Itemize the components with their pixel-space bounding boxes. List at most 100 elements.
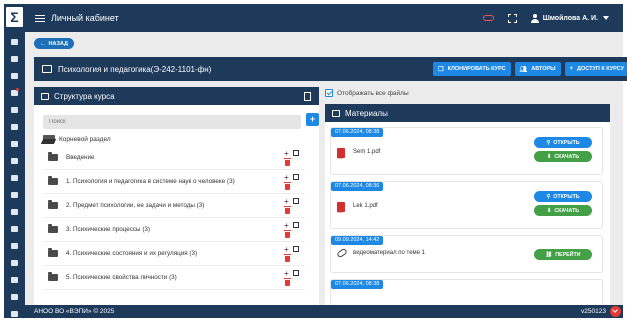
chevron-down-icon[interactable] (603, 16, 609, 20)
date-badge: 07.06.2024, 08:38 (331, 128, 384, 137)
course-icon (42, 65, 52, 73)
fullscreen-icon[interactable] (507, 13, 519, 23)
trash-icon[interactable] (284, 230, 291, 238)
open-button[interactable]: ⚲ ОТКРЫТЬ (534, 137, 592, 148)
pdf-icon (337, 148, 345, 160)
tree-node-label: 3. Психические процессы (3) (66, 226, 151, 233)
id-badge-icon[interactable] (4, 152, 25, 169)
materials-header: Материалы (325, 104, 610, 122)
table-icon[interactable] (4, 169, 25, 186)
material-card: 07.06.2024, 08:38 Sem 1.pdf ⚲ОТКРЫТЬ ⬇СК… (330, 127, 603, 175)
tree-node[interactable]: 3. Психические процессы (3) + (43, 218, 305, 242)
user-plus-icon: + (569, 66, 574, 72)
file-icon (332, 109, 340, 117)
folder-icon (48, 200, 58, 209)
trash-icon[interactable] (284, 182, 291, 190)
edit-icon[interactable] (293, 174, 299, 180)
material-card: 07.06.2024, 08:38 (330, 279, 603, 305)
copy-icon: ❐ (438, 66, 444, 73)
download-button[interactable]: ⬇ СКАЧАТЬ (534, 205, 592, 216)
link-icon (336, 247, 348, 259)
tree-node[interactable]: 4. Психические состояния и их регуляция … (43, 242, 305, 266)
users-icon[interactable] (4, 67, 25, 84)
plus-icon[interactable]: + (284, 174, 289, 182)
root-section-label: Корневой раздел (59, 135, 111, 143)
menu-icon[interactable] (35, 13, 45, 24)
materials-title: Материалы (345, 108, 388, 118)
material-card: 07.06.2024, 08:36 Lek 1.pdf ⚲ОТКРЫТЬ ⬇СК… (330, 181, 603, 229)
link-icon[interactable] (4, 84, 25, 101)
tree-node[interactable]: 5. Психические свойства личности (3) + (43, 266, 305, 290)
edit-icon[interactable] (293, 270, 299, 276)
material-name: видеоматериал по теме 1 (353, 250, 425, 256)
pdf-icon (337, 202, 345, 214)
tree-node[interactable]: Введение + (43, 146, 305, 170)
tree-node-label: 1. Психология и педагогика в системе нау… (66, 178, 235, 185)
download-button[interactable]: ⬇ СКАЧАТЬ (534, 151, 592, 162)
export-icon[interactable] (304, 91, 311, 101)
tree-node-label: Введение (66, 154, 95, 161)
edit-icon[interactable] (293, 222, 299, 228)
tree-node[interactable]: 1. Психология и педагогика в системе нау… (43, 170, 305, 194)
trash-icon[interactable] (284, 254, 291, 262)
plus-icon[interactable]: + (284, 150, 289, 158)
back-button-label: НАЗАД (48, 40, 68, 47)
download-icon: ⬇ (546, 153, 552, 160)
list-icon[interactable] (4, 288, 25, 305)
book-icon (41, 92, 49, 100)
trash-icon[interactable] (284, 158, 291, 166)
trash-icon[interactable] (284, 278, 291, 286)
footer: АНОО ВО «ВЭПИ» © 2025 v250123 (25, 305, 623, 318)
show-all-files-row[interactable]: Отображать все файлы (325, 87, 615, 99)
course-access-button[interactable]: + ДОСТУП К КУРСУ (564, 62, 627, 76)
plus-icon[interactable]: + (284, 270, 289, 278)
scroll-down-icon[interactable] (610, 306, 621, 317)
copyright: АНОО ВО «ВЭПИ» © 2025 (34, 308, 115, 315)
folder-open-icon (43, 135, 55, 143)
calendar-icon[interactable] (4, 237, 25, 254)
question-icon[interactable] (4, 254, 25, 271)
folder-icon (48, 248, 58, 257)
search-icon: ⚲ (546, 139, 551, 146)
course-structure-panel: Структура курса + Корневой раздел Введен… (34, 87, 319, 305)
plus-icon[interactable]: + (284, 198, 289, 206)
book-icon[interactable] (4, 135, 25, 152)
checklist-icon[interactable] (4, 101, 25, 118)
authors-button[interactable]: 👥︎ АВТОРЫ (514, 62, 561, 76)
main-content: ← НАЗАД Психология и педагогика(Э-242-11… (25, 32, 627, 305)
user-icon[interactable] (530, 13, 539, 23)
users-icon: 👥︎ (519, 66, 528, 73)
search-icon[interactable] (4, 186, 25, 203)
plus-icon[interactable]: + (284, 246, 289, 254)
clone-course-button[interactable]: ❐ КЛОНИРОВАТЬ КУРС (433, 62, 511, 76)
date-badge: 07.06.2024, 08:36 (331, 182, 384, 191)
root-section[interactable]: Корневой раздел (43, 135, 319, 143)
search-input[interactable] (43, 115, 301, 129)
logo: Σ (6, 7, 23, 27)
edit-icon[interactable] (293, 150, 299, 156)
add-section-button[interactable]: + (306, 113, 319, 126)
structure-title: Структура курса (54, 91, 115, 101)
file-alt-icon[interactable] (4, 220, 25, 237)
settings-icon[interactable] (4, 305, 25, 322)
edit-icon[interactable] (293, 198, 299, 204)
go-button[interactable]: ⛓ ПЕРЕЙТИ (534, 249, 592, 260)
trophy-icon[interactable] (4, 118, 25, 135)
clipboard-icon[interactable] (4, 271, 25, 288)
trash-icon[interactable] (284, 206, 291, 214)
structure-tree: Введение + 1. Психология и педагогика в … (43, 146, 305, 296)
open-button[interactable]: ⚲ ОТКРЫТЬ (534, 191, 592, 202)
edit-icon[interactable] (293, 246, 299, 252)
folder-icon (48, 272, 58, 281)
glasses-icon[interactable] (483, 13, 495, 23)
user-name[interactable]: Шмойлова А. И. (543, 15, 598, 22)
back-button[interactable]: ← НАЗАД (34, 38, 74, 49)
user-icon[interactable] (4, 50, 25, 67)
structure-header: Структура курса (34, 87, 319, 105)
link-icon: ⛓ (545, 251, 553, 258)
plus-icon[interactable]: + (284, 222, 289, 230)
file-icon[interactable] (4, 203, 25, 220)
id-card-icon[interactable] (4, 33, 25, 50)
tree-node[interactable]: 2. Предмет психологии, ее задачи и метод… (43, 194, 305, 218)
show-all-files-checkbox[interactable] (325, 89, 333, 97)
